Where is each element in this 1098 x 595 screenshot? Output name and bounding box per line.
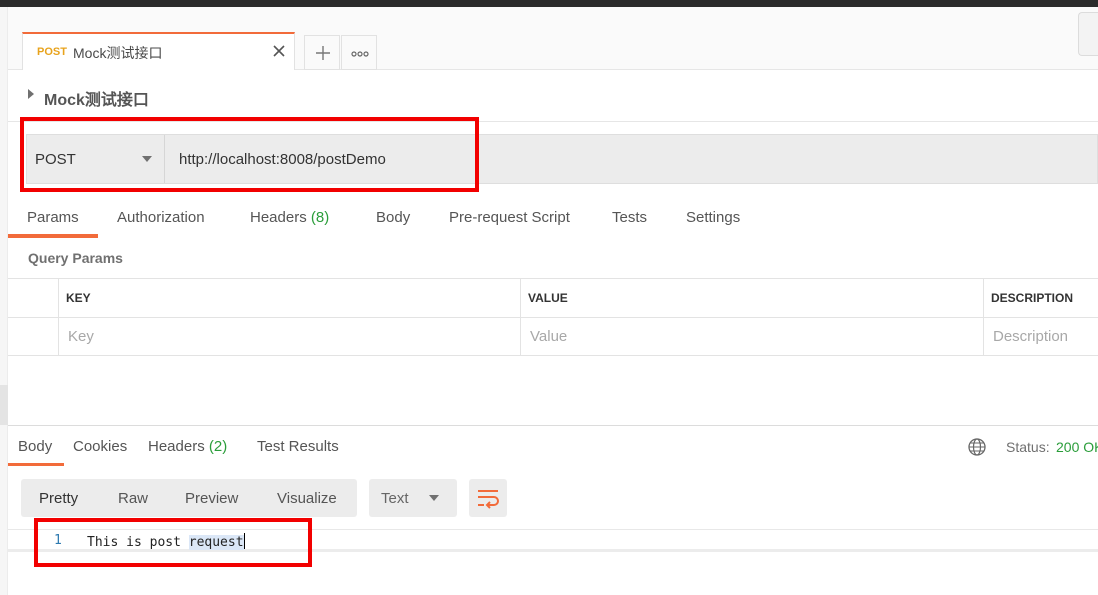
response-tab-cookies[interactable]: Cookies	[73, 438, 127, 455]
value-input[interactable]: Value	[530, 328, 567, 345]
tab-settings[interactable]: Settings	[686, 209, 740, 226]
active-tab-indicator	[8, 234, 98, 238]
globe-icon[interactable]	[967, 437, 987, 460]
tab-params[interactable]: Params	[27, 209, 79, 226]
highlight-box-url	[20, 117, 479, 192]
request-name: Mock测试接口	[44, 92, 149, 109]
row-divider	[8, 317, 1098, 318]
pretty-button[interactable]: Pretty	[39, 490, 78, 507]
response-divider[interactable]	[8, 425, 1098, 426]
request-tab[interactable]: POST Mock测试接口	[22, 32, 295, 70]
key-input[interactable]: Key	[68, 328, 94, 345]
response-tabs: Body Cookies Headers (2) Test Results St…	[8, 430, 1098, 466]
column-header-value: VALUE	[528, 291, 568, 305]
raw-button[interactable]: Raw	[118, 490, 148, 507]
tab-options-button[interactable]	[341, 35, 377, 70]
response-type-select[interactable]: Text	[369, 479, 457, 517]
status-value[interactable]: 200 OK	[1056, 439, 1098, 455]
new-tab-button[interactable]	[304, 35, 340, 70]
window-top-bar	[0, 0, 1098, 7]
active-response-tab-indicator	[8, 463, 64, 466]
environment-selector-edge[interactable]	[1078, 12, 1098, 56]
format-button-group: Pretty Raw Preview Visualize	[21, 479, 357, 517]
visualize-button[interactable]: Visualize	[277, 490, 337, 507]
request-tabs: Params Authorization Headers (8) Body Pr…	[8, 200, 1098, 238]
status-label: Status:	[1006, 439, 1050, 455]
tab-tests[interactable]: Tests	[612, 209, 647, 226]
tab-strip: POST Mock测试接口	[8, 7, 1098, 70]
ellipsis-icon	[351, 51, 369, 57]
tab-pre-request-script[interactable]: Pre-request Script	[449, 209, 570, 226]
plus-icon	[316, 46, 330, 60]
highlight-box-response	[34, 518, 312, 567]
column-header-key: KEY	[66, 291, 91, 305]
response-tab-body[interactable]: Body	[18, 438, 52, 455]
description-input[interactable]: Description	[993, 328, 1068, 345]
left-sidebar-edge	[0, 7, 8, 595]
tab-headers[interactable]: Headers (8)	[250, 209, 329, 226]
response-tab-test-results[interactable]: Test Results	[257, 438, 339, 455]
sidebar-selection-mark	[0, 385, 8, 425]
wrap-lines-icon	[478, 490, 499, 509]
response-type-value: Text	[381, 490, 409, 507]
wrap-lines-button[interactable]	[469, 479, 507, 517]
expand-caret-icon[interactable]	[28, 89, 34, 99]
tab-title: Mock测试接口	[73, 45, 163, 61]
close-icon[interactable]	[270, 42, 288, 60]
tab-body[interactable]: Body	[376, 209, 410, 226]
tab-method-label: POST	[37, 46, 67, 58]
preview-button[interactable]: Preview	[185, 490, 238, 507]
column-header-description: DESCRIPTION	[991, 291, 1074, 305]
response-tab-headers[interactable]: Headers (2)	[148, 438, 227, 455]
params-table: KEY VALUE DESCRIPTION Key Value Descript…	[8, 278, 1098, 356]
chevron-down-icon	[429, 495, 439, 501]
tab-authorization[interactable]: Authorization	[117, 209, 205, 226]
query-params-title: Query Params	[28, 250, 123, 266]
